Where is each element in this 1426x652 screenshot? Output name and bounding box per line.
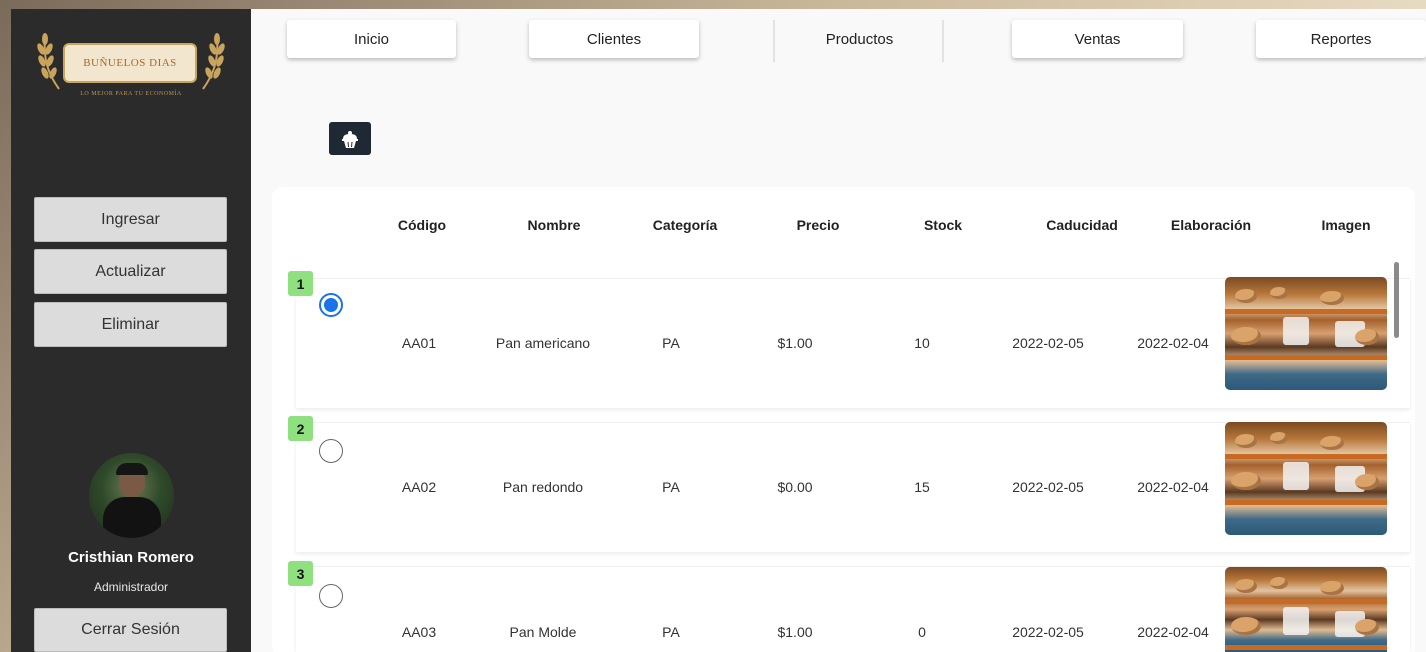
row-select-radio[interactable] xyxy=(319,584,343,608)
cell-stock: 0 xyxy=(918,624,926,640)
row-select-radio[interactable] xyxy=(319,293,343,317)
row-select-radio[interactable] xyxy=(319,439,343,463)
ingresar-button[interactable]: Ingresar xyxy=(34,197,227,242)
cell-caducidad: 2022-02-05 xyxy=(1012,335,1084,351)
cell-precio: $1.00 xyxy=(777,335,813,351)
tab-inicio[interactable]: Inicio xyxy=(287,20,456,58)
product-image xyxy=(1225,422,1387,535)
row-number-badge: 2 xyxy=(288,416,313,441)
cell-elaboracion: 2022-02-04 xyxy=(1137,624,1209,640)
nav-divider xyxy=(773,20,775,62)
row-number-badge: 1 xyxy=(288,271,313,296)
cell-categoria: PA xyxy=(662,624,680,640)
cell-caducidad: 2022-02-05 xyxy=(1012,479,1084,495)
actualizar-button[interactable]: Actualizar xyxy=(34,249,227,294)
cell-stock: 15 xyxy=(914,479,930,495)
cell-categoria: PA xyxy=(662,335,680,351)
table-scrollbar[interactable] xyxy=(1394,262,1399,338)
sidebar: BUÑUELOS DIAS LO MEJOR PARA TU ECONOMÍA … xyxy=(11,9,251,652)
cupcake-icon xyxy=(342,130,358,148)
cell-nombre: Pan americano xyxy=(495,335,591,351)
tab-clientes[interactable]: Clientes xyxy=(529,20,699,58)
brand-name-frame: BUÑUELOS DIAS xyxy=(63,43,197,83)
column-header-imagen: Imagen xyxy=(1321,217,1371,233)
cell-elaboracion: 2022-02-04 xyxy=(1137,335,1209,351)
eliminar-button[interactable]: Eliminar xyxy=(34,302,227,347)
brand-logo: BUÑUELOS DIAS LO MEJOR PARA TU ECONOMÍA xyxy=(35,27,227,119)
tab-productos[interactable]: Productos xyxy=(777,20,942,58)
column-header-nombre: Nombre xyxy=(527,217,581,233)
logout-button[interactable]: Cerrar Sesión xyxy=(34,608,227,652)
cell-nombre: Pan Molde xyxy=(509,624,577,640)
cell-codigo: AA03 xyxy=(401,624,437,640)
column-header-caducidad: Caducidad xyxy=(1046,217,1118,233)
brand-tagline: LO MEJOR PARA TU ECONOMÍA xyxy=(80,91,182,97)
cell-codigo: AA02 xyxy=(401,479,437,495)
cell-codigo: AA01 xyxy=(401,335,437,351)
column-header-precio: Precio xyxy=(796,217,840,233)
cell-stock: 10 xyxy=(914,335,930,351)
tab-reportes[interactable]: Reportes xyxy=(1256,20,1426,58)
column-header-elaboracion: Elaboración xyxy=(1170,217,1252,233)
row-number-badge: 3 xyxy=(288,561,313,586)
user-role: Administrador xyxy=(93,580,169,594)
product-image xyxy=(1225,277,1387,390)
tab-ventas[interactable]: Ventas xyxy=(1012,20,1183,58)
cell-nombre: Pan redondo xyxy=(502,479,584,495)
cell-elaboracion: 2022-02-04 xyxy=(1137,479,1209,495)
column-header-codigo: Código xyxy=(397,217,447,233)
wheat-icon xyxy=(202,33,225,90)
add-product-button[interactable] xyxy=(329,122,371,155)
wheat-icon xyxy=(37,33,60,90)
cell-categoria: PA xyxy=(662,479,680,495)
brand-name: BUÑUELOS DIAS xyxy=(83,57,177,69)
column-header-stock: Stock xyxy=(923,217,963,233)
avatar xyxy=(89,453,174,538)
cell-caducidad: 2022-02-05 xyxy=(1012,624,1084,640)
column-header-categoria: Categoría xyxy=(652,217,718,233)
product-image xyxy=(1225,567,1387,652)
user-name: Cristhian Romero xyxy=(68,549,194,566)
nav-divider xyxy=(942,20,944,62)
cell-precio: $0.00 xyxy=(777,479,813,495)
cell-precio: $1.00 xyxy=(777,624,813,640)
